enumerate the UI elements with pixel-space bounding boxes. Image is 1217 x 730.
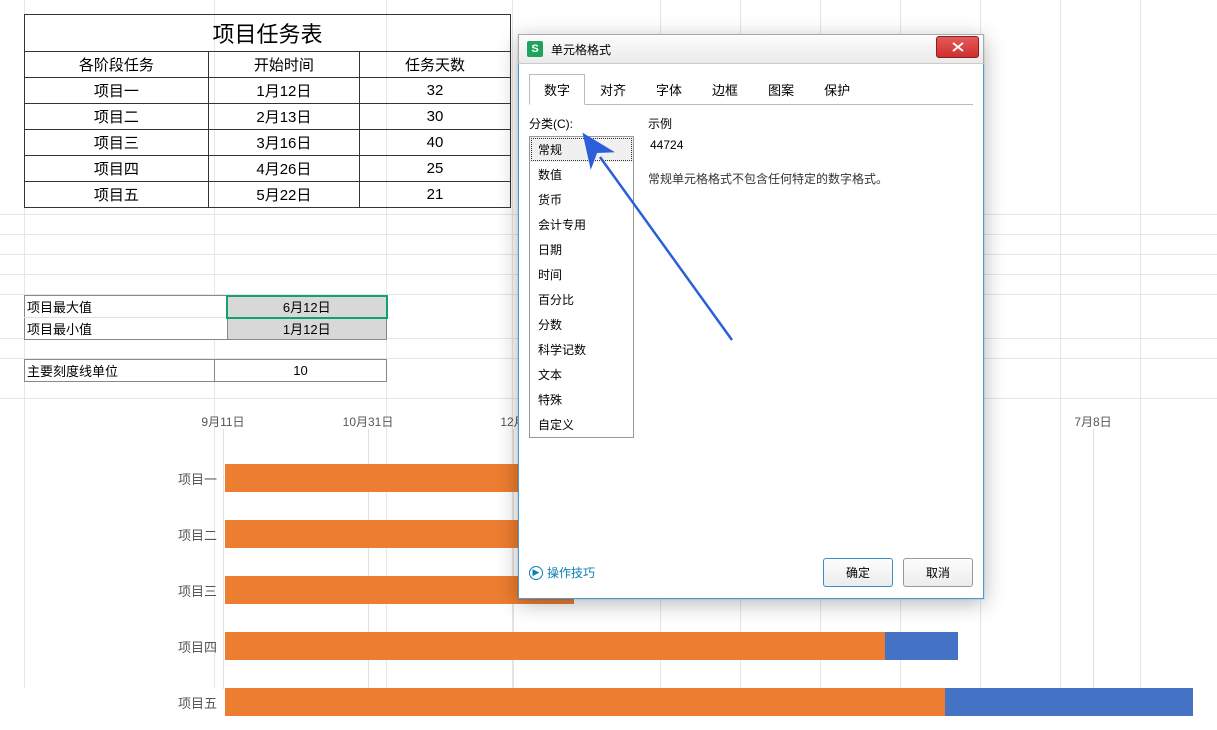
category-item-text[interactable]: 文本 bbox=[530, 362, 633, 387]
tab-font[interactable]: 字体 bbox=[641, 74, 697, 105]
table-row: 项目一1月12日32 bbox=[25, 78, 511, 104]
table-row: 项目三3月16日40 bbox=[25, 130, 511, 156]
category-item-scientific[interactable]: 科学记数 bbox=[530, 337, 633, 362]
tab-border[interactable]: 边框 bbox=[697, 74, 753, 105]
project-task-table[interactable]: 项目任务表 各阶段任务 开始时间 任务天数 项目一1月12日32 项目二2月13… bbox=[24, 14, 511, 208]
table-title: 项目任务表 bbox=[25, 15, 511, 52]
app-icon: S bbox=[527, 41, 543, 57]
gantt-bar-orange bbox=[225, 688, 945, 716]
category-item-percentage[interactable]: 百分比 bbox=[530, 287, 633, 312]
category-item-fraction[interactable]: 分数 bbox=[530, 312, 633, 337]
category-item-special[interactable]: 特殊 bbox=[530, 387, 633, 412]
dialog-titlebar[interactable]: S 单元格格式 bbox=[518, 34, 984, 64]
play-icon: ▶ bbox=[529, 566, 543, 580]
min-label[interactable]: 项目最小值 bbox=[25, 318, 228, 340]
min-row: 项目最小值 1月12日 bbox=[25, 318, 387, 340]
category-list[interactable]: 常规 数值 货币 会计专用 日期 时间 百分比 分数 科学记数 文本 特殊 自定… bbox=[529, 136, 634, 438]
gantt-row: 项目五 bbox=[175, 674, 1117, 730]
axis-unit-label[interactable]: 主要刻度线单位 bbox=[25, 360, 215, 382]
header-days[interactable]: 任务天数 bbox=[359, 52, 510, 78]
header-task[interactable]: 各阶段任务 bbox=[25, 52, 209, 78]
cell-format-dialog: S 单元格格式 数字 对齐 字体 边框 图案 保护 分类(C): 常规 数值 货… bbox=[518, 35, 984, 599]
gantt-bar-orange bbox=[225, 464, 521, 492]
header-start[interactable]: 开始时间 bbox=[208, 52, 359, 78]
table-row: 项目二2月13日30 bbox=[25, 104, 511, 130]
tab-number[interactable]: 数字 bbox=[529, 74, 585, 105]
category-item-time[interactable]: 时间 bbox=[530, 262, 633, 287]
tab-protection[interactable]: 保护 bbox=[809, 74, 865, 105]
table-row: 项目四4月26日25 bbox=[25, 156, 511, 182]
dialog-title: 单元格格式 bbox=[551, 41, 936, 58]
cancel-button[interactable]: 取消 bbox=[903, 558, 973, 587]
category-item-number[interactable]: 数值 bbox=[530, 162, 633, 187]
category-item-currency[interactable]: 货币 bbox=[530, 187, 633, 212]
close-button[interactable] bbox=[936, 36, 979, 58]
example-value: 44724 bbox=[648, 138, 973, 152]
category-item-date[interactable]: 日期 bbox=[530, 237, 633, 262]
gantt-bar-orange bbox=[225, 632, 885, 660]
tab-pattern[interactable]: 图案 bbox=[753, 74, 809, 105]
tab-alignment[interactable]: 对齐 bbox=[585, 74, 641, 105]
category-label: 分类(C): bbox=[529, 115, 573, 132]
gantt-bar-blue bbox=[885, 632, 958, 660]
table-row: 项目五5月22日21 bbox=[25, 182, 511, 208]
max-value-cell[interactable]: 6月12日 bbox=[227, 296, 386, 318]
min-value-cell[interactable]: 1月12日 bbox=[227, 318, 386, 340]
axis-unit-value[interactable]: 10 bbox=[215, 360, 387, 382]
category-item-general[interactable]: 常规 bbox=[530, 137, 633, 162]
tips-link[interactable]: ▶ 操作技巧 bbox=[529, 564, 595, 581]
max-row: 项目最大值 6月12日 bbox=[25, 296, 387, 318]
category-item-custom[interactable]: 自定义 bbox=[530, 412, 633, 437]
table-header-row: 各阶段任务 开始时间 任务天数 bbox=[25, 52, 511, 78]
summary-table[interactable]: 项目最大值 6月12日 项目最小值 1月12日 bbox=[24, 295, 387, 340]
gantt-bar-orange bbox=[225, 520, 552, 548]
max-label[interactable]: 项目最大值 bbox=[25, 296, 228, 318]
gantt-row: 项目四 bbox=[175, 618, 1117, 674]
dialog-tabs: 数字 对齐 字体 边框 图案 保护 bbox=[529, 74, 973, 105]
close-icon bbox=[952, 42, 964, 52]
axis-unit-table[interactable]: 主要刻度线单位 10 bbox=[24, 359, 387, 382]
ok-button[interactable]: 确定 bbox=[823, 558, 893, 587]
gantt-bar-blue bbox=[945, 688, 1193, 716]
category-item-accounting[interactable]: 会计专用 bbox=[530, 212, 633, 237]
format-description: 常规单元格格式不包含任何特定的数字格式。 bbox=[648, 170, 973, 187]
example-label: 示例 bbox=[648, 115, 973, 132]
